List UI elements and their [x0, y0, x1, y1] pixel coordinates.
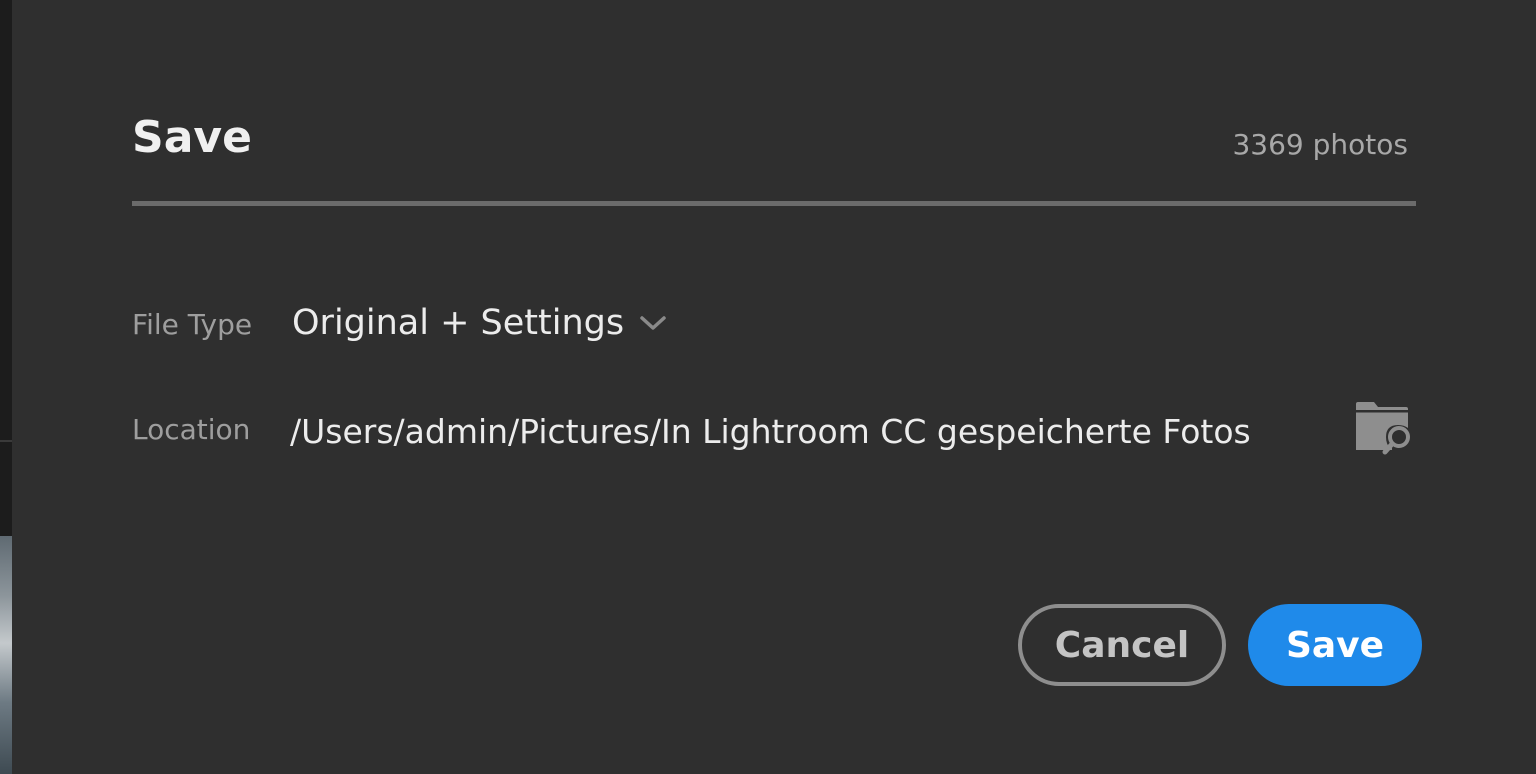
save-button[interactable]: Save	[1248, 604, 1422, 686]
folder-search-icon	[1356, 402, 1410, 455]
file-type-label: File Type	[132, 308, 253, 341]
background-photo-thumbnail	[0, 536, 12, 774]
location-path: /Users/admin/Pictures/In Lightroom CC ge…	[290, 412, 1251, 451]
chevron-down-icon	[640, 316, 666, 330]
dialog-title: Save	[132, 112, 252, 163]
file-type-dropdown[interactable]: Original + Settings	[292, 298, 668, 348]
header-divider	[132, 201, 1416, 206]
browse-location-button[interactable]	[1352, 398, 1416, 458]
cancel-button[interactable]: Cancel	[1018, 604, 1226, 686]
location-label: Location	[132, 413, 251, 446]
photo-count: 3369 photos	[1232, 128, 1408, 161]
background-panel	[0, 0, 12, 774]
background-divider	[0, 440, 12, 442]
save-dialog: Save 3369 photos File Type Original + Se…	[12, 0, 1536, 774]
file-type-value: Original + Settings	[292, 303, 625, 343]
